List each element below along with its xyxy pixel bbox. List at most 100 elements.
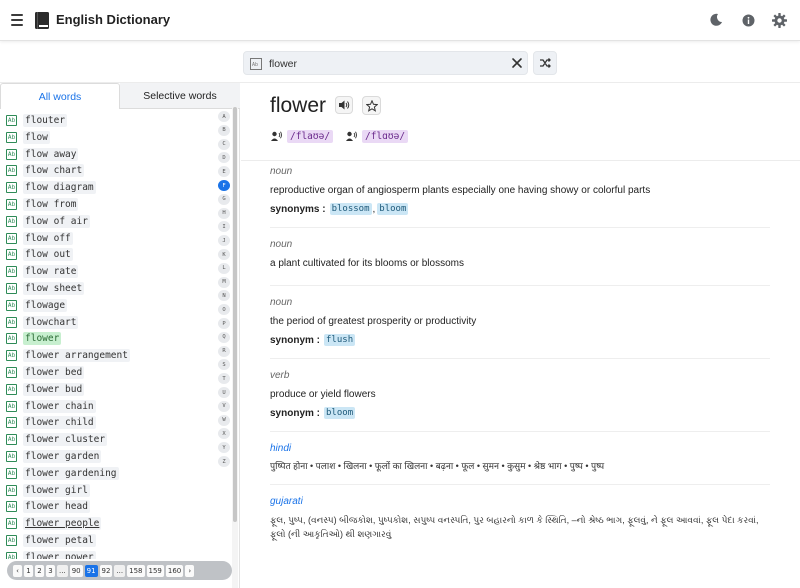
alphabet-letter-j[interactable]: J: [218, 235, 230, 247]
dictionary-word-icon: Ab: [6, 333, 17, 345]
alphabet-letter-x[interactable]: X: [218, 428, 230, 440]
favorite-button[interactable]: [362, 96, 381, 115]
alphabet-letter-b[interactable]: B: [218, 124, 230, 136]
dictionary-word-icon: Ab: [6, 131, 17, 143]
alphabet-letter-i[interactable]: I: [218, 221, 230, 233]
word-list-item[interactable]: Ab flow away: [6, 147, 79, 162]
word-list-item[interactable]: Ab flower power: [6, 550, 96, 559]
word-list-item[interactable]: Ab flower girl: [6, 483, 90, 498]
word-list-item[interactable]: Ab flow sheet: [6, 281, 85, 296]
info-icon[interactable]: [739, 11, 757, 29]
word-list-item[interactable]: Ab flouter: [6, 113, 68, 128]
word-list-item[interactable]: Ab flower cluster: [6, 432, 108, 447]
tab-selective-words[interactable]: Selective words: [120, 83, 240, 109]
alphabet-letter-d[interactable]: D: [218, 152, 230, 164]
page-button[interactable]: 2: [35, 564, 44, 577]
next-page-button[interactable]: ›: [185, 564, 195, 577]
word-list-item[interactable]: Ab flower garden: [6, 449, 102, 464]
alphabet-letter-l[interactable]: L: [218, 262, 230, 274]
alphabet-letter-a[interactable]: A: [218, 111, 230, 122]
prev-page-button[interactable]: ‹: [13, 564, 22, 577]
pronunciation-uk[interactable]: /flɑʊə/: [346, 129, 409, 143]
alphabet-letter-f[interactable]: F: [218, 180, 230, 191]
page-button[interactable]: 91: [84, 564, 98, 577]
alphabet-letter-y[interactable]: Y: [218, 442, 230, 454]
shuffle-button[interactable]: [533, 51, 557, 75]
dictionary-word-icon: Ab: [6, 283, 17, 294]
word-list-item[interactable]: Ab flower bed: [6, 365, 85, 380]
synonym-chip[interactable]: bloom: [377, 203, 409, 215]
pronunciation-text: /flɑʊə/: [362, 129, 409, 143]
word-list-item[interactable]: Ab flow chart: [6, 163, 85, 178]
word-list-item[interactable]: Ab flower arrangement: [6, 348, 130, 363]
word-list-item[interactable]: Ab flower child: [6, 415, 96, 430]
speaker-button[interactable]: [335, 96, 353, 114]
search-input[interactable]: [269, 55, 499, 72]
alphabet-letter-c[interactable]: C: [218, 138, 230, 150]
page-button[interactable]: 160: [165, 564, 184, 577]
word-list-item[interactable]: Ab flow out: [6, 247, 73, 262]
app-header: English Dictionary: [0, 0, 800, 41]
word-list-item[interactable]: Ab flower head: [6, 499, 90, 514]
alphabet-letter-m[interactable]: M: [218, 276, 230, 288]
word-list-item[interactable]: Ab flower petal: [6, 533, 96, 548]
word-list-item[interactable]: Ab flow rate: [6, 264, 79, 279]
word-list-item[interactable]: Ab flow from: [6, 197, 79, 212]
synonym-chip[interactable]: blossom: [329, 203, 372, 215]
alphabet-letter-z[interactable]: Z: [218, 456, 230, 467]
word-label: flow off: [23, 231, 73, 245]
alphabet-letter-g[interactable]: G: [218, 193, 230, 205]
hamburger-menu-icon[interactable]: [11, 14, 23, 26]
page-button[interactable]: 90: [69, 564, 83, 577]
word-list-item[interactable]: Ab flower gardening: [6, 466, 119, 481]
dictionary-word-icon: Ab: [6, 165, 17, 177]
translation-language: gujarati: [270, 496, 303, 507]
pronunciation-us[interactable]: /flaʊə/: [271, 129, 334, 143]
page-button[interactable]: 3: [46, 564, 55, 577]
word-list-item[interactable]: Ab flow off: [6, 231, 73, 246]
alphabet-letter-r[interactable]: R: [218, 345, 230, 357]
alphabet-letter-v[interactable]: V: [218, 400, 230, 412]
pronunciation-text: /flaʊə/: [287, 129, 334, 143]
alphabet-letter-o[interactable]: O: [218, 304, 230, 316]
page-button[interactable]: 92: [99, 564, 113, 577]
word-list-item[interactable]: Ab flower people: [6, 516, 102, 531]
moon-icon[interactable]: [707, 11, 725, 29]
alphabet-letter-w[interactable]: W: [218, 414, 230, 426]
synonym-chip[interactable]: flush: [324, 334, 356, 346]
word-list-item[interactable]: Ab flower chain: [6, 399, 96, 414]
tab-all-words[interactable]: All words: [0, 83, 120, 109]
scrollbar-thumb[interactable]: [233, 107, 237, 522]
page-button[interactable]: 158: [127, 564, 145, 577]
gear-icon[interactable]: [770, 11, 788, 29]
sense-block: verb: [270, 370, 770, 381]
close-icon[interactable]: [510, 56, 524, 70]
word-label: flowage: [23, 298, 68, 312]
word-label: flower gardening: [23, 466, 119, 480]
word-list-item[interactable]: Ab flowchart: [6, 315, 79, 330]
page-button[interactable]: 159: [146, 564, 164, 577]
word-list-item[interactable]: Ab flow of air: [6, 214, 90, 229]
alphabet-letter-u[interactable]: U: [218, 387, 230, 398]
alphabet-letter-e[interactable]: E: [218, 166, 230, 178]
word-list-item[interactable]: Ab flowage: [6, 298, 68, 313]
sense-block: noun: [270, 166, 770, 177]
scrollbar[interactable]: [232, 107, 238, 588]
alphabet-letter-s[interactable]: S: [218, 359, 230, 371]
alphabet-letter-q[interactable]: Q: [218, 331, 230, 343]
word-list-item[interactable]: Ab flow: [6, 130, 50, 145]
translation-language: hindi: [270, 443, 292, 454]
alphabet-letter-p[interactable]: P: [218, 318, 230, 329]
word-label: flower petal: [23, 534, 96, 547]
word-list-item[interactable]: Ab flow diagram: [6, 180, 96, 195]
alphabet-letter-k[interactable]: K: [218, 249, 230, 260]
alphabet-letter-n[interactable]: N: [218, 290, 230, 302]
alphabet-letter-h[interactable]: H: [218, 207, 230, 219]
word-list-item[interactable]: Ab flower bud: [6, 382, 85, 397]
alphabet-letter-t[interactable]: T: [218, 373, 230, 385]
translation-text: पुष्पित होना • पलाश • खिलना • फूलों का ख…: [270, 459, 770, 473]
page-button[interactable]: 1: [24, 564, 33, 577]
synonym-chip[interactable]: bloom: [324, 407, 356, 419]
dictionary-word-icon: Ab: [6, 266, 17, 278]
word-list-item[interactable]: Ab flower: [6, 331, 62, 346]
